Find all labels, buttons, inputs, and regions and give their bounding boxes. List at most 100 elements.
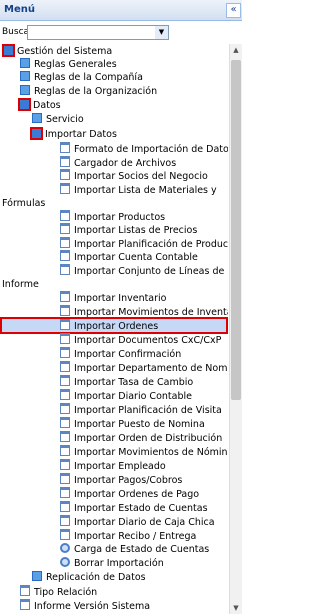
tree-item[interactable]: Carga de Estado de Cuentas [60, 543, 209, 556]
tree-item[interactable]: Importar Lista de Materiales y [60, 183, 217, 196]
search-combo[interactable]: ▼ [27, 25, 169, 40]
tree-item-label: Importar Ordenes [74, 321, 159, 332]
tree-item[interactable]: Importar Diario de Caja Chica [60, 515, 215, 528]
tree-item[interactable]: Importar Listas de Precios [60, 223, 197, 236]
tree-item-label: Importar Recibo / Entrega [74, 531, 197, 542]
tree-item[interactable]: Importar Tasa de Cambio [60, 375, 193, 388]
tree-item[interactable]: Importar Socios del Negocio [60, 169, 208, 182]
document-icon [60, 291, 70, 302]
tree-item-label: Carga de Estado de Cuentas [74, 544, 210, 555]
document-icon [60, 347, 70, 358]
tree-item[interactable]: Importar Ordenes [0, 317, 228, 334]
tree-item[interactable]: Importar Confirmación [60, 347, 181, 360]
tree-item[interactable]: Importar Ordenes de Pago [60, 487, 199, 500]
tree-item[interactable]: Importar Datos [30, 127, 117, 141]
tree-group-label: Informe [2, 279, 39, 290]
tree-item-label: Datos [33, 100, 61, 111]
document-icon [60, 210, 70, 221]
document-icon [60, 169, 70, 180]
tree-item-label: Reglas de la Compañía [34, 72, 143, 83]
tree-item-label: Importar Ordenes de Pago [74, 489, 200, 500]
tree-item[interactable]: Reglas Generales [20, 58, 117, 71]
tree-item-label: Tipo Relación [34, 587, 98, 598]
search-input[interactable] [28, 26, 154, 39]
tree-item-label: Importar Pagos/Cobros [74, 475, 183, 486]
tree-item[interactable]: Importar Puesto de Nomina [60, 417, 205, 430]
document-icon [60, 223, 70, 234]
tree-item-label: Importar Lista de Materiales y [74, 185, 217, 196]
document-icon [60, 473, 70, 484]
tree-item[interactable]: Importar Orden de Distribución [60, 431, 222, 444]
tree-item-label: Importar Productos [74, 212, 166, 223]
tree-item-label: Reglas Generales [34, 59, 117, 70]
document-icon [60, 501, 70, 512]
collapse-panel-icon[interactable]: « [226, 3, 241, 18]
tree-item[interactable]: Reglas de la Compañía [20, 71, 143, 84]
tree-item[interactable]: Importar Cuenta Contable [60, 250, 198, 263]
tree-item[interactable]: Importar Productos [60, 210, 165, 223]
tree-item[interactable]: Importar Inventario [60, 291, 167, 304]
tree-item[interactable]: Importar Departamento de Nomina [60, 361, 228, 374]
tree-item[interactable]: Importar Planificación de Producto [60, 237, 228, 250]
tree-item-label: Importar Puesto de Nomina [74, 419, 205, 430]
tree-item[interactable]: Gestión del Sistema [2, 44, 112, 58]
tree-group-label: Fórmulas [2, 198, 46, 209]
tree-item-label: Reglas de la Organización [34, 86, 158, 97]
tree-item[interactable]: Servicio [32, 113, 84, 126]
tree-item-label: Importar Estado de Cuentas [74, 503, 208, 514]
tree-item[interactable]: Borrar Importación [60, 557, 164, 570]
scroll-down-icon[interactable]: ▼ [230, 602, 242, 614]
folder-icon [18, 98, 31, 111]
document-icon [60, 529, 70, 540]
document-icon [60, 333, 70, 344]
tree-item[interactable]: Importar Recibo / Entrega [60, 529, 196, 542]
tree-item[interactable]: Replicación de Datos [32, 571, 146, 584]
tree-item-label: Importar Datos [45, 129, 117, 140]
document-icon [60, 361, 70, 372]
document-icon [60, 250, 70, 261]
tree-item-label: Formato de Importación de Datos [74, 144, 228, 155]
tree-item[interactable]: Datos [18, 98, 61, 112]
document-icon [60, 389, 70, 400]
tree-item-label: Importar Planificación de Producto [74, 239, 228, 250]
tree-item[interactable]: Importar Pagos/Cobros [60, 473, 182, 486]
chevron-down-icon[interactable]: ▼ [155, 26, 168, 39]
scroll-up-icon[interactable]: ▲ [230, 44, 242, 56]
tree-item[interactable]: Importar Documentos CxC/CxP [60, 333, 221, 346]
tree-item[interactable]: Importar Conjunto de Líneas de [60, 264, 224, 277]
tree-item-label: Importar Inventario [74, 293, 167, 304]
document-icon [60, 156, 70, 167]
tree-item[interactable]: Importar Empleado [60, 459, 166, 472]
document-icon [60, 319, 70, 330]
folder-icon [20, 58, 30, 68]
folder-icon [30, 127, 43, 140]
tree-item-label: Importar Confirmación [74, 349, 182, 360]
folder-icon [20, 71, 30, 81]
menu-header: Menú « [0, 0, 242, 21]
tree-item-label: Importar Departamento de Nomina [74, 363, 228, 374]
document-icon [20, 585, 30, 596]
tree-item[interactable]: Importar Diario Contable [60, 389, 192, 402]
tree-item[interactable]: Cargador de Archivos [60, 156, 176, 169]
menu-title: Menú [4, 4, 35, 15]
tree-item-label: Importar Documentos CxC/CxP [74, 335, 222, 346]
tree-item-label: Informe Versión Sistema [34, 601, 151, 612]
document-icon [60, 305, 70, 316]
tree-scrollbar[interactable]: ▲ ▼ [229, 44, 242, 614]
document-icon [60, 445, 70, 456]
tree-item-label: Importar Listas de Precios [74, 225, 198, 236]
tree-item[interactable]: Importar Movimientos de Inventario [60, 305, 228, 318]
tree-item[interactable]: Formato de Importación de Datos [60, 142, 228, 155]
tree-item[interactable]: Importar Planificación de Visita [60, 403, 222, 416]
tree-item-label: Importar Tasa de Cambio [74, 377, 194, 388]
tree-item-label: Replicación de Datos [46, 572, 146, 583]
document-icon [60, 142, 70, 153]
tree-item[interactable]: Reglas de la Organización [20, 85, 157, 98]
tree-item-label: Importar Orden de Distribución [74, 433, 223, 444]
tree-item[interactable]: Informe Versión Sistema [20, 599, 150, 612]
tree-item[interactable]: Tipo Relación [20, 585, 97, 598]
tree-item[interactable]: Importar Estado de Cuentas [60, 501, 208, 514]
scroll-thumb[interactable] [231, 60, 241, 400]
document-icon [60, 431, 70, 442]
tree-item[interactable]: Importar Movimientos de Nómina [60, 445, 228, 458]
